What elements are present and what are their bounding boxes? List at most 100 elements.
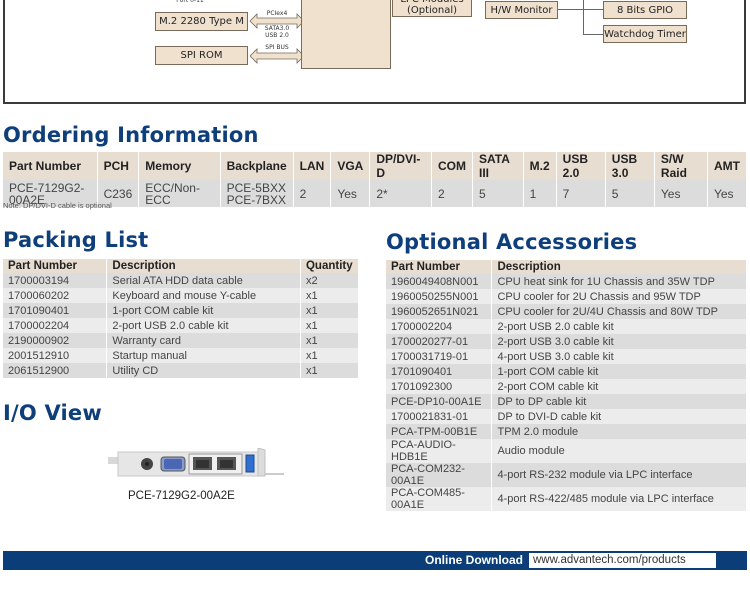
accessories-cell: 2-port USB 2.0 cable kit <box>491 319 747 334</box>
packing-cell: 1700002204 <box>3 318 108 333</box>
packing-cell: 1-port COM cable kit <box>106 303 301 318</box>
table-row: 1960050255N001 CPU cooler for 2U Chassis … <box>386 289 747 304</box>
diagram-connector <box>558 9 603 10</box>
online-download-link[interactable]: www.advantech.com/products <box>529 553 716 568</box>
ordering-note: Note: DP/DVI-D cable is optional <box>3 201 112 210</box>
accessories-cell: DP to DP cable kit <box>491 394 747 409</box>
ordering-cell: 5 <box>472 180 524 207</box>
packing-table: Part Number Description Quantity 170000319… <box>3 259 360 378</box>
packing-title: Packing List <box>3 228 149 252</box>
table-row: PCE-7129G2-00A2E C236 ECC/Non-ECC PCE-5BXX … <box>3 180 748 207</box>
ordering-column-header: USB 2.0 <box>556 152 606 180</box>
packing-cell: x2 <box>300 273 360 288</box>
ordering-cell: Yes <box>707 180 748 207</box>
accessories-table: Part Number Description 1960049408N001 CPU… <box>386 260 747 511</box>
ordering-title: Ordering Information <box>3 123 259 147</box>
diagram-connector <box>583 0 584 35</box>
accessories-cell: 1960049408N001 <box>386 274 493 289</box>
accessories-cell: 1701090401 <box>386 364 493 379</box>
footer-bar: Online Download www.advantech.com/produc… <box>3 551 747 570</box>
table-row: 1700002204 2-port USB 2.0 cable kit x1 <box>3 318 360 333</box>
accessories-cell: PCA-AUDIO-HDB1E <box>386 439 493 463</box>
diagram-box-lpc-modules: LPC Modules (Optional) <box>392 0 472 17</box>
table-row: 1700002204 2-port USB 2.0 cable kit <box>386 319 747 334</box>
ordering-column-header: SATA III <box>472 152 524 180</box>
table-row: 1700021831-01 DP to DVI-D cable kit <box>386 409 747 424</box>
packing-cell: x1 <box>300 303 360 318</box>
accessories-column-header: Part Number <box>386 260 493 274</box>
accessories-cell: CPU cooler for 2U/4U Chassis and 80W TDP <box>491 304 747 319</box>
packing-cell: x1 <box>300 348 360 363</box>
packing-cell: Serial ATA HDD data cable <box>106 273 301 288</box>
accessories-cell: 4-port RS-232 module via LPC interface <box>491 463 747 487</box>
packing-cell: 2190000902 <box>3 333 108 348</box>
packing-header-row: Part Number Description Quantity <box>3 259 360 273</box>
packing-cell: 2001512910 <box>3 348 108 363</box>
accessories-cell: 1701092300 <box>386 379 493 394</box>
accessories-cell: 4-port USB 3.0 cable kit <box>491 349 747 364</box>
diagram-box-watchdog: Watchdog Timer <box>603 25 687 43</box>
table-row: 1960049408N001 CPU heat sink for 1U Chass… <box>386 274 747 289</box>
table-row: 2190000902 Warranty card x1 <box>3 333 360 348</box>
ordering-cell: 7 <box>556 180 606 207</box>
diagram-label-pciex4: PCIex4 <box>266 10 288 17</box>
diagram-connector <box>583 34 603 35</box>
diagram-box-m2: M.2 2280 Type M <box>155 12 248 31</box>
accessories-cell: CPU heat sink for 1U Chassis and 35W TDP <box>491 274 747 289</box>
table-row: PCA-COM485-00A1E 4-port RS-422/485 module… <box>386 487 747 511</box>
diagram-port-label: Port 0-11 <box>176 0 204 4</box>
bracket-io-ports-image <box>108 448 284 477</box>
ordering-column-header: DP/DVI-D <box>369 152 433 180</box>
table-row: PCA-TPM-00B1E TPM 2.0 module <box>386 424 747 439</box>
diagram-box-hw-monitor: H/W Monitor <box>485 1 558 19</box>
accessories-cell: 1700002204 <box>386 319 493 334</box>
ordering-cell: 1 <box>523 180 557 207</box>
accessories-cell: PCA-TPM-00B1E <box>386 424 493 439</box>
accessories-cell: PCA-COM232-00A1E <box>386 463 493 487</box>
packing-cell: 1701090401 <box>3 303 108 318</box>
ordering-table: Part Number PCH Memory Backplane LAN VGA DP/DV… <box>3 152 748 207</box>
diagram-label-spi-bus: SPI BUS <box>265 44 289 51</box>
io-view-caption: PCE-7129G2-00A2E <box>128 490 235 502</box>
accessories-cell: PCA-COM485-00A1E <box>386 487 493 511</box>
accessories-cell: 1960050255N001 <box>386 289 493 304</box>
accessories-cell: DP to DVI-D cable kit <box>491 409 747 424</box>
ordering-cell: 2* <box>369 180 433 207</box>
diagram-label-sata-usb: SATA3.0 USB 2.0 <box>264 25 290 39</box>
ordering-column-header: VGA <box>330 152 371 180</box>
packing-cell: x1 <box>300 288 360 303</box>
packing-cell: Startup manual <box>106 348 301 363</box>
packing-cell: x1 <box>300 363 360 378</box>
table-row: 1701092300 2-port COM cable kit <box>386 379 747 394</box>
packing-cell: 2-port USB 2.0 cable kit <box>106 318 301 333</box>
table-row: 1700060202 Keyboard and mouse Y-cable x1 <box>3 288 360 303</box>
accessories-cell: 1-port COM cable kit <box>491 364 747 379</box>
packing-cell: x1 <box>300 333 360 348</box>
ordering-column-header: Memory <box>138 152 221 180</box>
ordering-cell: 2 <box>431 180 474 207</box>
accessories-cell: CPU cooler for 2U Chassis and 95W TDP <box>491 289 747 304</box>
table-row: 1700020277-01 2-port USB 3.0 cable kit <box>386 334 747 349</box>
table-row: 2061512900 Utility CD x1 <box>3 363 360 378</box>
table-row: 1701090401 1-port COM cable kit x1 <box>3 303 360 318</box>
diagram-box-chipset <box>301 0 391 69</box>
accessories-cell: 2-port USB 3.0 cable kit <box>491 334 747 349</box>
ordering-cell: PCE-5BXX PCE-7BXX <box>220 180 294 207</box>
ordering-column-header: M.2 <box>523 152 557 180</box>
online-download-label: Online Download <box>425 553 523 567</box>
ordering-cell: ECC/Non-ECC <box>138 180 221 207</box>
accessories-cell: 4-port RS-422/485 module via LPC interfa… <box>491 487 747 511</box>
ordering-cell: Yes <box>330 180 371 207</box>
packing-cell: x1 <box>300 318 360 333</box>
ordering-cell: 2 <box>293 180 332 207</box>
diagram-box-gpio: 8 Bits GPIO <box>603 1 687 19</box>
table-row: PCA-AUDIO-HDB1E Audio module <box>386 439 747 463</box>
packing-column-header: Quantity <box>300 259 360 273</box>
accessories-cell: 2-port COM cable kit <box>491 379 747 394</box>
packing-cell: 1700003194 <box>3 273 108 288</box>
table-row: 1700031719-01 4-port USB 3.0 cable kit <box>386 349 747 364</box>
block-diagram: Port 0-11 M.2 2280 Type M SPI ROM PCIex4… <box>3 0 746 104</box>
accessories-cell: Audio module <box>491 439 747 463</box>
table-row: 1701090401 1-port COM cable kit <box>386 364 747 379</box>
table-row: PCE-DP10-00A1E DP to DP cable kit <box>386 394 747 409</box>
